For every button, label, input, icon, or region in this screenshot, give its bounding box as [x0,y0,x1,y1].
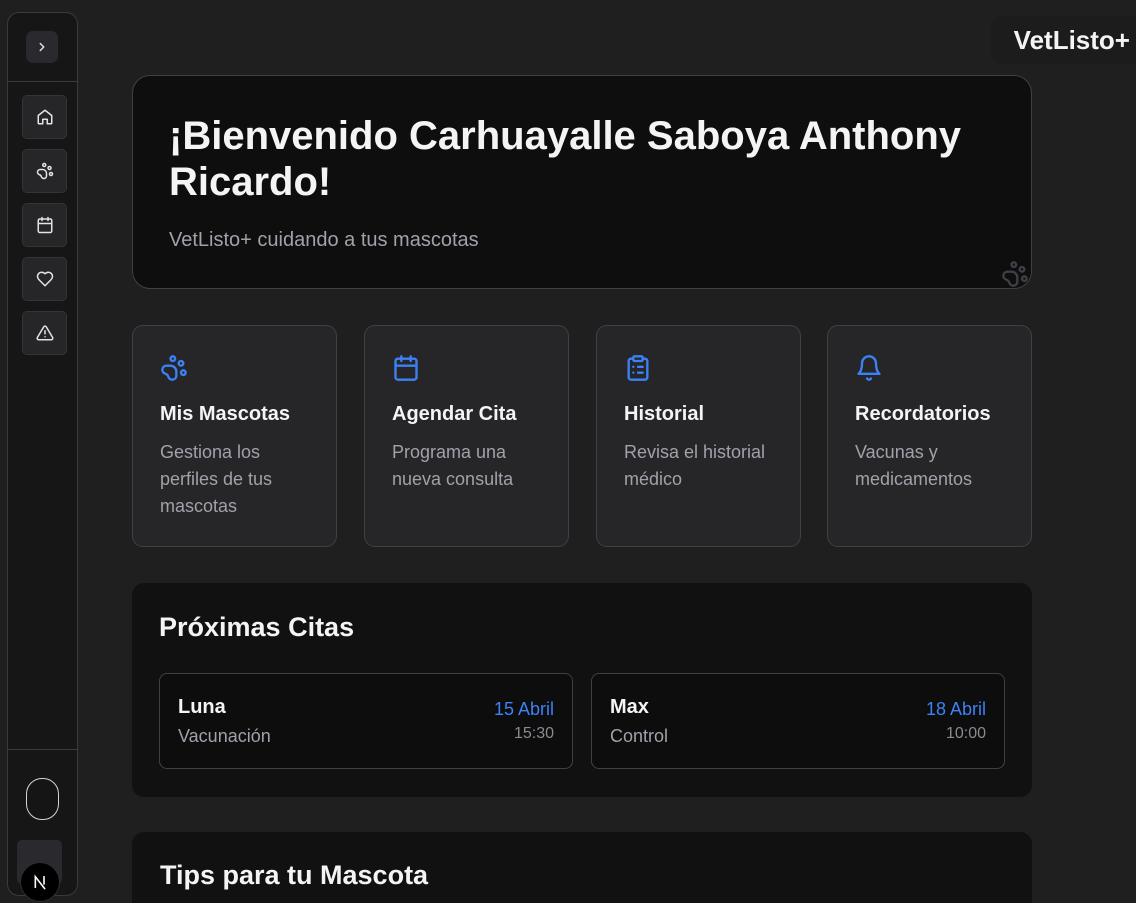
appointment-type: Control [610,726,669,746]
sidebar-divider [8,81,77,82]
sidebar-divider [8,749,77,750]
brand-name: VetListo+ [1013,24,1130,55]
appointment-date: 15 Abril [493,699,554,719]
appointment-pet: Max [610,696,649,718]
tips-panel: Tips para tu Mascota [132,832,1032,903]
brand-logo: VetListo+ [991,16,1136,64]
section-title: Tips para tu Mascota [160,860,429,890]
card-description: Gestiona los perfiles de tus mascotas [160,442,273,516]
avatar[interactable] [26,778,59,820]
welcome-banner: ¡Bienvenido Carhuayalle Saboya Anthony R… [132,75,1032,289]
alert-triangle-icon [35,325,54,341]
paw-icon [1002,261,1028,287]
bell-icon [857,355,881,381]
clipboard-list-icon [627,355,649,381]
appointment-card[interactable]: Luna Vacunación 15 Abril 15:30 [159,673,573,769]
card-title: Mis Mascotas [160,403,291,425]
paw-icon [161,355,187,381]
appointment-type: Vacunación [178,726,271,746]
sidebar-item-health[interactable] [22,257,67,301]
heart-icon [36,271,53,287]
appointment-date: 18 Abril [925,699,986,719]
nextjs-logo-icon[interactable] [20,862,60,902]
sidebar [7,12,78,896]
section-title: Próximas Citas [159,612,355,642]
card-agendar-cita[interactable]: Agendar Cita Programa una nueva consulta [364,325,569,547]
appointment-time: 10:00 [945,725,986,742]
welcome-title: ¡Bienvenido Carhuayalle Saboya Anthony R… [169,114,962,204]
paw-icon [36,162,53,180]
card-description: Revisa el historial médico [624,442,766,489]
welcome-subtitle: VetListo+ cuidando a tus mascotas [169,229,479,251]
sidebar-item-pets[interactable] [22,149,67,193]
card-description: Vacunas y medicamentos [855,442,973,489]
card-title: Agendar Cita [392,403,517,425]
sidebar-item-appointments[interactable] [22,203,67,247]
appointment-card[interactable]: Max Control 18 Abril 10:00 [591,673,1005,769]
upcoming-appointments-panel: Próximas Citas Luna Vacunación 15 Abril … [132,583,1032,797]
sidebar-item-home[interactable] [22,95,67,139]
card-description: Programa una nueva consulta [392,442,514,489]
appointment-pet: Luna [178,696,226,718]
card-mis-mascotas[interactable]: Mis Mascotas Gestiona los perfiles de tu… [132,325,337,547]
card-title: Historial [624,403,705,425]
card-title: Recordatorios [855,403,991,425]
calendar-icon [37,216,52,234]
card-historial[interactable]: Historial Revisa el historial médico [596,325,801,547]
sidebar-toggle-button[interactable] [26,31,58,63]
chevron-right-icon [39,42,45,52]
card-recordatorios[interactable]: Recordatorios Vacunas y medicamentos [827,325,1032,547]
appointment-time: 15:30 [513,725,554,742]
sidebar-item-alerts[interactable] [22,311,67,355]
calendar-icon [394,355,418,381]
home-icon [37,109,52,125]
